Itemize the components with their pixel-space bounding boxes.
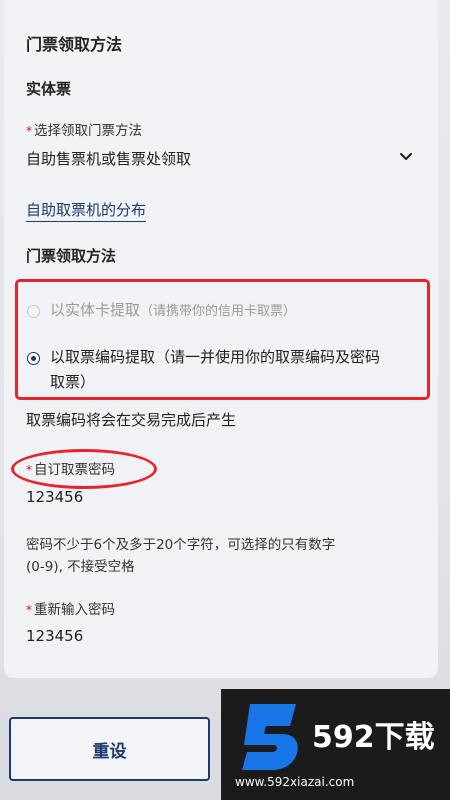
reset-button[interactable]: 重设 [9,717,210,781]
required-mark: * [26,603,32,617]
required-mark: * [26,124,32,138]
pickup-method-heading: 门票领取方法 [26,247,117,265]
code-generation-note: 取票编码将会在交易完成后产生 [26,411,237,429]
chevron-down-icon[interactable] [399,152,413,162]
pickup-method-select[interactable]: 自助售票机或售票处领取 [26,148,418,174]
machines-distribution-link[interactable]: 自助取票机的分布 [26,199,147,222]
highlight-ellipse [11,449,157,489]
select-method-label: * 选择领取门票方法 [26,119,142,139]
password-hint-line2: (0-9), 不接受空格 [26,559,135,575]
logo-brand-text: 592下载 [312,720,435,755]
watermark-logo: 5 592下载 www.592xiazai.com [221,689,450,800]
password-hint-line1: 密码不少于6个及多于20个字符，可选择的只有数字 [26,537,336,553]
physical-ticket-heading: 实体票 [26,80,72,98]
logo-badge-icon: 5 [242,704,298,770]
page: 门票领取方法 实体票 * 选择领取门票方法 自助售票机或售票处领取 自助取票机的分… [0,0,450,800]
section-title: 门票领取方法 [26,35,123,54]
highlight-box [15,279,430,400]
select-method-label-text: 选择领取门票方法 [34,123,142,139]
confirm-password-label-text: 重新输入密码 [34,602,115,618]
confirm-password-input[interactable]: 123456 [26,627,416,653]
logo-url-text: www.592xiazai.com [235,775,355,789]
confirm-password-label: * 重新输入密码 [26,598,115,618]
password-input[interactable]: 123456 [26,488,416,514]
pickup-method-value: 自助售票机或售票处领取 [26,150,192,168]
